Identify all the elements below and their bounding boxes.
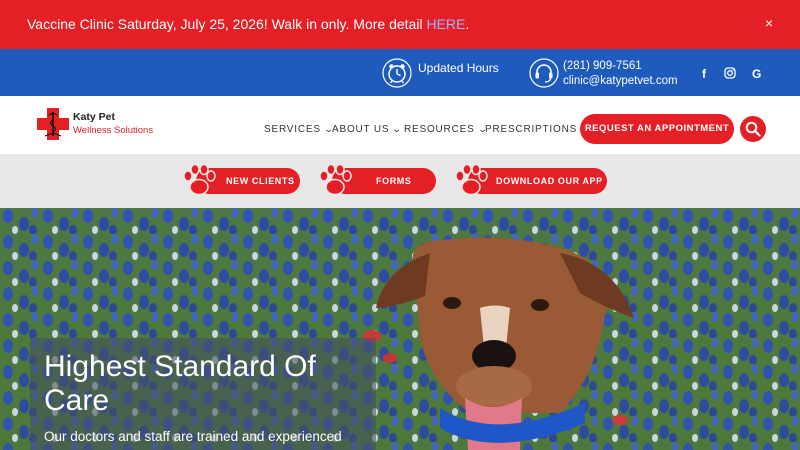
- forms-label: FORMS: [376, 176, 412, 186]
- facebook-icon[interactable]: f: [702, 67, 706, 81]
- nav-about-us[interactable]: ABOUT US ⌄: [332, 124, 402, 135]
- new-clients-label: NEW CLIENTS: [226, 176, 295, 186]
- logo-subtitle: Wellness Solutions: [73, 125, 154, 136]
- clock-icon: [382, 58, 412, 88]
- headset-icon: [529, 58, 559, 88]
- chevron-down-icon: ⌄: [392, 124, 403, 134]
- hero-text: Our doctors and staff are trained and ex…: [44, 429, 342, 444]
- instagram-icon[interactable]: [724, 67, 736, 79]
- contact-info: (281) 909-7561 clinic@katypetvet.com: [529, 58, 678, 89]
- hero-title: Highest Standard Of Care: [44, 350, 316, 417]
- nav-prescriptions[interactable]: PRESCRIPTIONS⌄: [485, 124, 590, 135]
- logo-name: Katy Pet: [73, 111, 116, 123]
- logo-cross-icon: [37, 108, 69, 140]
- paw-icon: [455, 163, 488, 196]
- google-icon[interactable]: G: [752, 67, 761, 81]
- phone-link[interactable]: (281) 909-7561: [563, 59, 678, 74]
- updated-hours-link[interactable]: Updated Hours: [382, 58, 499, 88]
- hours-label: Updated Hours: [418, 61, 499, 75]
- close-icon[interactable]: ×: [765, 15, 773, 31]
- download-app-label: DOWNLOAD OUR APP: [496, 176, 603, 186]
- search-button[interactable]: [740, 116, 766, 142]
- paw-icon: [319, 163, 352, 196]
- request-appointment-button[interactable]: REQUEST AN APPOINTMENT: [580, 114, 734, 144]
- site-logo[interactable]: Katy Pet Wellness Solutions: [35, 106, 175, 142]
- paw-icon: [183, 163, 216, 196]
- alert-message: Vaccine Clinic Saturday, July 25, 2026! …: [27, 16, 470, 32]
- nav-resources[interactable]: RESOURCES ⌄: [404, 124, 487, 135]
- top-info-bar: Updated Hours (281) 909-7561 clinic@katy…: [0, 49, 800, 96]
- search-icon: [745, 121, 761, 137]
- nav-services[interactable]: SERVICES ⌄: [264, 124, 333, 135]
- alert-banner: Vaccine Clinic Saturday, July 25, 2026! …: [0, 0, 800, 49]
- alert-more-link[interactable]: HERE: [426, 16, 465, 32]
- email-link[interactable]: clinic@katypetvet.com: [563, 74, 678, 89]
